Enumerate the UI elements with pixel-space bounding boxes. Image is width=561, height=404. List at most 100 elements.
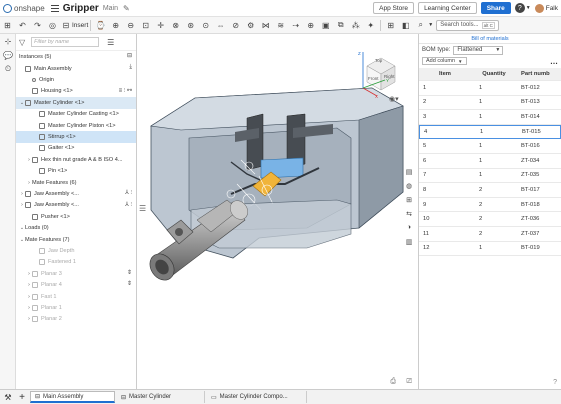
print-icon[interactable]: ⎙ bbox=[390, 378, 396, 386]
measure-icon[interactable]: ⊞ bbox=[385, 20, 397, 31]
bom-row[interactable]: 8 2 BT-017 bbox=[419, 183, 561, 198]
filter-icon[interactable]: ▽ bbox=[19, 38, 25, 47]
compass-icon[interactable]: ◎ bbox=[47, 20, 59, 31]
menu-icon[interactable] bbox=[50, 4, 59, 12]
tree-row[interactable]: › Planar 3 ⇕ bbox=[16, 268, 136, 279]
app-store-button[interactable]: App Store bbox=[373, 2, 415, 14]
branch-name[interactable]: Main bbox=[103, 5, 118, 12]
tree-row[interactable]: Gaiter <1> bbox=[16, 143, 136, 154]
tree-row[interactable]: Housing <1> ≡ ⫶ ⚯ bbox=[16, 86, 136, 97]
panel-collapse-handle-icon[interactable]: ☰ bbox=[139, 204, 146, 213]
replicate-icon[interactable]: ⧉ bbox=[335, 20, 347, 31]
tree-row[interactable]: › Mate Features (6) bbox=[16, 177, 136, 188]
bom-type-select[interactable]: Flattened ▼ bbox=[453, 45, 504, 55]
tree-row[interactable]: ⌄ Mate Features (7) bbox=[16, 234, 136, 245]
tree-row[interactable]: › Planar 1 bbox=[16, 302, 136, 313]
bom-row[interactable]: 6 1 ZT-034 bbox=[419, 154, 561, 169]
tree-row[interactable]: Master Cylinder Piston <1> bbox=[16, 120, 136, 131]
tree-row[interactable]: Main Assembly ⤓ bbox=[16, 63, 136, 74]
view-cube-front-label[interactable]: Front bbox=[368, 76, 379, 81]
section-view-icon[interactable]: ◧ bbox=[400, 20, 412, 31]
collapse-icon[interactable]: ⊟ bbox=[127, 52, 132, 59]
explode-icon[interactable]: ✦ bbox=[365, 20, 377, 31]
bom-row[interactable]: 3 1 BT-014 bbox=[419, 110, 561, 125]
history-icon[interactable]: ⏲ bbox=[0, 62, 16, 76]
bom-row[interactable]: 9 2 BT-018 bbox=[419, 198, 561, 213]
tree-row[interactable]: ⌄ Loads (0) bbox=[16, 222, 136, 233]
add-column-button[interactable]: Add column ▼ bbox=[422, 57, 467, 65]
save-image-icon[interactable]: ⎚ bbox=[406, 378, 412, 386]
export-icon[interactable]: ▥ bbox=[403, 236, 415, 247]
bom-row[interactable]: 10 2 ZT-036 bbox=[419, 212, 561, 227]
group-icon[interactable]: ▣ bbox=[320, 20, 332, 31]
share-button[interactable]: Share bbox=[480, 2, 511, 14]
named-positions-icon[interactable]: ⇆ bbox=[403, 208, 415, 219]
pin-slot-mate-icon[interactable]: ⊛ bbox=[185, 20, 197, 31]
tree-row[interactable]: Fastened 1 bbox=[16, 257, 136, 268]
tree-row[interactable]: Stirrup <1> bbox=[16, 131, 136, 143]
mate-status-icon[interactable]: ⅄ ⫶ bbox=[125, 189, 132, 197]
undo-icon[interactable]: ↶ bbox=[17, 20, 29, 31]
user-name[interactable]: Falk bbox=[546, 5, 558, 12]
tree-row[interactable]: › Jaw Assembly <... ⅄ ⫶ bbox=[16, 188, 136, 199]
edit-pencil-icon[interactable]: ✎ bbox=[123, 4, 130, 13]
help-icon[interactable]: ? bbox=[514, 3, 525, 13]
left-jaw[interactable] bbox=[246, 113, 264, 171]
mate-status-icon[interactable]: ⤓ bbox=[129, 64, 132, 71]
tree-row[interactable]: › Hex thin nut grade A & B ISO 4... bbox=[16, 154, 136, 165]
appearance-icon[interactable]: ◍ bbox=[403, 180, 415, 191]
clock-icon[interactable]: ⌚ bbox=[95, 20, 107, 31]
graphics-viewport[interactable]: Top Front Right Z X Y ◉▾ ▤ ◍ ⊞ ⇆ ◑ ▥ ☰ ⎙… bbox=[137, 34, 418, 389]
bom-row[interactable]: 2 1 BT-013 bbox=[419, 96, 561, 111]
revolute-mate-icon[interactable]: ⊖ bbox=[125, 20, 137, 31]
search-tools-input[interactable]: Search tools... alt C bbox=[436, 19, 499, 31]
gear-relation-icon[interactable]: ⚙ bbox=[245, 20, 257, 31]
ball-mate-icon[interactable]: ⊙ bbox=[200, 20, 212, 31]
fastened-mate-icon[interactable]: ⊕ bbox=[110, 20, 122, 31]
help-icon[interactable]: ? bbox=[553, 379, 557, 386]
bom-row[interactable]: 4 1 BT-015 bbox=[419, 124, 561, 140]
insert-icon[interactable]: ⊟ bbox=[62, 20, 71, 31]
bom-row[interactable]: 1 1 BT-012 bbox=[419, 81, 561, 96]
tab-master-cylinder[interactable]: ⊟ Master Cylinder bbox=[117, 391, 205, 403]
tree-row[interactable]: › Planar 4 ⇕ bbox=[16, 279, 136, 290]
planar-mate-icon[interactable]: ✛ bbox=[155, 20, 167, 31]
tab-main-assembly[interactable]: ⊟ Main Assembly bbox=[30, 391, 115, 403]
fixed-status-icon[interactable]: ≡ ⫶ ⚯ bbox=[119, 87, 132, 95]
tree-row[interactable]: Pusher <1> bbox=[16, 211, 136, 222]
tree-row[interactable]: Jaw Depth bbox=[16, 245, 136, 256]
display-states-icon[interactable]: ▤ bbox=[403, 166, 415, 177]
configurations-icon[interactable]: ⊞ bbox=[403, 194, 415, 205]
filter-input[interactable]: Filter by name bbox=[31, 37, 100, 47]
assembly-list-icon[interactable]: ⊞ bbox=[2, 20, 14, 31]
list-options-icon[interactable]: ☰ bbox=[107, 38, 114, 47]
learning-center-button[interactable]: Learning Center bbox=[418, 2, 477, 14]
render-icon[interactable]: ◑ bbox=[403, 222, 415, 233]
search-tools-icon[interactable]: ⌕ bbox=[415, 20, 427, 31]
tangent-mate-icon[interactable]: ⊘ bbox=[230, 20, 242, 31]
view-options-icon[interactable]: ◉▾ bbox=[389, 95, 399, 103]
bom-row[interactable]: 12 1 BT-019 bbox=[419, 242, 561, 257]
add-tab-icon[interactable]: + bbox=[16, 392, 28, 403]
tree-row[interactable]: Master Cylinder Casting <1> bbox=[16, 109, 136, 120]
slider-mate-icon[interactable]: ⊡ bbox=[140, 20, 152, 31]
housing-right-face[interactable] bbox=[358, 105, 404, 229]
tree-row[interactable]: › Fast 1 bbox=[16, 291, 136, 302]
insert-button[interactable]: Insert bbox=[72, 22, 88, 29]
tab-manager-icon[interactable]: ⚒ bbox=[0, 393, 16, 402]
tab-master-cylinder-components[interactable]: ▭ Master Cylinder Compo... bbox=[207, 391, 307, 403]
tree-row[interactable]: › Jaw Assembly <... ⅄ ⫶ bbox=[16, 200, 136, 211]
mate-connector-icon[interactable]: ⊕ bbox=[305, 20, 317, 31]
screw-relation-icon[interactable]: ≋ bbox=[275, 20, 287, 31]
tree-row[interactable]: Pin <1> bbox=[16, 166, 136, 177]
search-tools-dropdown-icon[interactable]: ▼ bbox=[428, 22, 433, 28]
bom-title[interactable]: Bill of materials bbox=[419, 34, 561, 44]
document-title[interactable]: Gripper bbox=[63, 3, 99, 14]
mate-edit-icon[interactable]: ⇕ bbox=[127, 269, 132, 276]
help-dropdown-icon[interactable]: ▼ bbox=[526, 5, 531, 11]
bom-row[interactable]: 7 1 ZT-035 bbox=[419, 169, 561, 184]
mate-status-icon[interactable]: ⅄ ⫶ bbox=[125, 201, 132, 209]
pattern-icon[interactable]: ⁂ bbox=[350, 20, 362, 31]
tree-row[interactable]: ⌄ Master Cylinder <1> bbox=[16, 97, 136, 109]
mate-edit-icon[interactable]: ⇕ bbox=[127, 280, 132, 287]
